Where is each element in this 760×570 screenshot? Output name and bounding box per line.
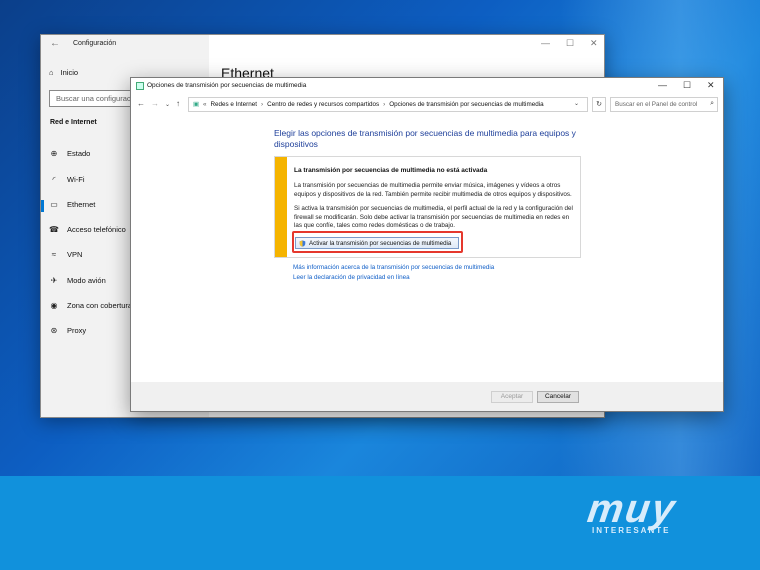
dialog-titlebar[interactable]: Opciones de transmisión por secuencias d… (131, 78, 723, 94)
control-panel-search-input[interactable]: Buscar en el Panel de control ⌕ (610, 97, 718, 112)
forward-arrow-icon[interactable]: → (151, 99, 159, 108)
warning-paragraph: La transmisión por secuencias de multime… (294, 182, 572, 198)
search-placeholder: Buscar en el Panel de control (615, 101, 698, 108)
nav-item-label: Zona con cobertura (67, 301, 133, 310)
proxy-icon: ⊛ (50, 326, 58, 335)
address-dropdown-icon[interactable]: ⌄ (574, 100, 579, 107)
media-streaming-dialog: Opciones de transmisión por secuencias d… (130, 77, 724, 412)
refresh-icon[interactable]: ↻ (592, 97, 606, 112)
nav-item-label: Ethernet (67, 200, 96, 209)
highlight-annotation (292, 231, 463, 253)
home-icon: ⌂ (49, 68, 54, 77)
vpn-icon: ≈ (51, 250, 57, 259)
accept-button[interactable]: Aceptar (491, 391, 533, 403)
cancel-button[interactable]: Cancelar (537, 391, 579, 403)
search-icon[interactable]: ⌕ (710, 100, 714, 108)
wifi-icon: ◜ (52, 175, 56, 184)
watermark-logo: muy INTERESANTE (584, 487, 738, 535)
nav-item-label: Wi-Fi (67, 175, 85, 184)
warning-stripe (275, 157, 287, 257)
address-row: ← → ⌄ ↑ ▣ « Redes e Internet › Centro de… (131, 96, 723, 114)
control-panel-icon (136, 82, 144, 90)
nav-home-label: Inicio (60, 68, 79, 77)
dialog-heading: Elegir las opciones de transmisión por s… (274, 128, 576, 149)
nav-home[interactable]: ⌂ Inicio (49, 68, 78, 77)
minimize-icon[interactable]: — (658, 80, 667, 90)
up-arrow-icon[interactable]: ↑ (176, 99, 180, 108)
status-icon: ⊕ (50, 149, 58, 158)
watermark-logo-text: muy (584, 487, 680, 531)
breadcrumb-item[interactable]: Redes e Internet (210, 101, 257, 108)
airplane-icon: ✈ (50, 276, 58, 285)
maximize-icon[interactable]: ☐ (683, 80, 691, 91)
active-indicator (41, 200, 44, 212)
breadcrumb-separator-icon: › (261, 101, 264, 108)
privacy-link[interactable]: Leer la declaración de privacidad en lín… (293, 274, 410, 281)
breadcrumb-item[interactable]: Opciones de transmisión por secuencias d… (389, 101, 543, 108)
more-info-link[interactable]: Más información acerca de la transmisión… (293, 264, 494, 271)
nav-item-label: Estado (67, 149, 91, 158)
back-arrow-icon[interactable]: ← (50, 38, 60, 49)
recent-dropdown-icon[interactable]: ⌄ (165, 101, 170, 108)
warning-title: La transmisión por secuencias de multime… (294, 167, 488, 174)
nav-item-label: Proxy (67, 326, 87, 335)
back-arrow-icon[interactable]: ← (137, 99, 145, 108)
folder-icon: ▣ (193, 101, 199, 108)
settings-titlebar[interactable]: ← Configuración — ☐ ✕ (41, 35, 604, 55)
close-icon[interactable]: ✕ (707, 80, 715, 91)
close-icon[interactable]: ✕ (590, 38, 598, 49)
settings-section-title: Red e Internet (50, 119, 97, 126)
ethernet-icon: ▭ (50, 200, 58, 209)
dialog-footer: Aceptar Cancelar (131, 382, 723, 411)
dialog-title: Opciones de transmisión por secuencias d… (147, 82, 307, 89)
address-bar[interactable]: ▣ « Redes e Internet › Centro de redes y… (188, 97, 588, 112)
breadcrumb-item[interactable]: Centro de redes y recursos compartidos (267, 101, 379, 108)
settings-title: Configuración (73, 40, 117, 47)
nav-item-label: VPN (67, 250, 83, 259)
minimize-icon[interactable]: — (541, 38, 550, 48)
nav-item-label: Modo avión (67, 276, 106, 285)
maximize-icon[interactable]: ☐ (566, 38, 574, 49)
hotspot-icon: ◉ (50, 301, 58, 310)
warning-paragraph: Si activa la transmisión por secuencias … (294, 205, 573, 229)
breadcrumb-separator-icon: › (383, 101, 386, 108)
nav-item-label: Acceso telefónico (67, 225, 126, 234)
breadcrumb-separator-icon: « (202, 101, 207, 108)
dialup-icon: ☎ (49, 225, 59, 234)
